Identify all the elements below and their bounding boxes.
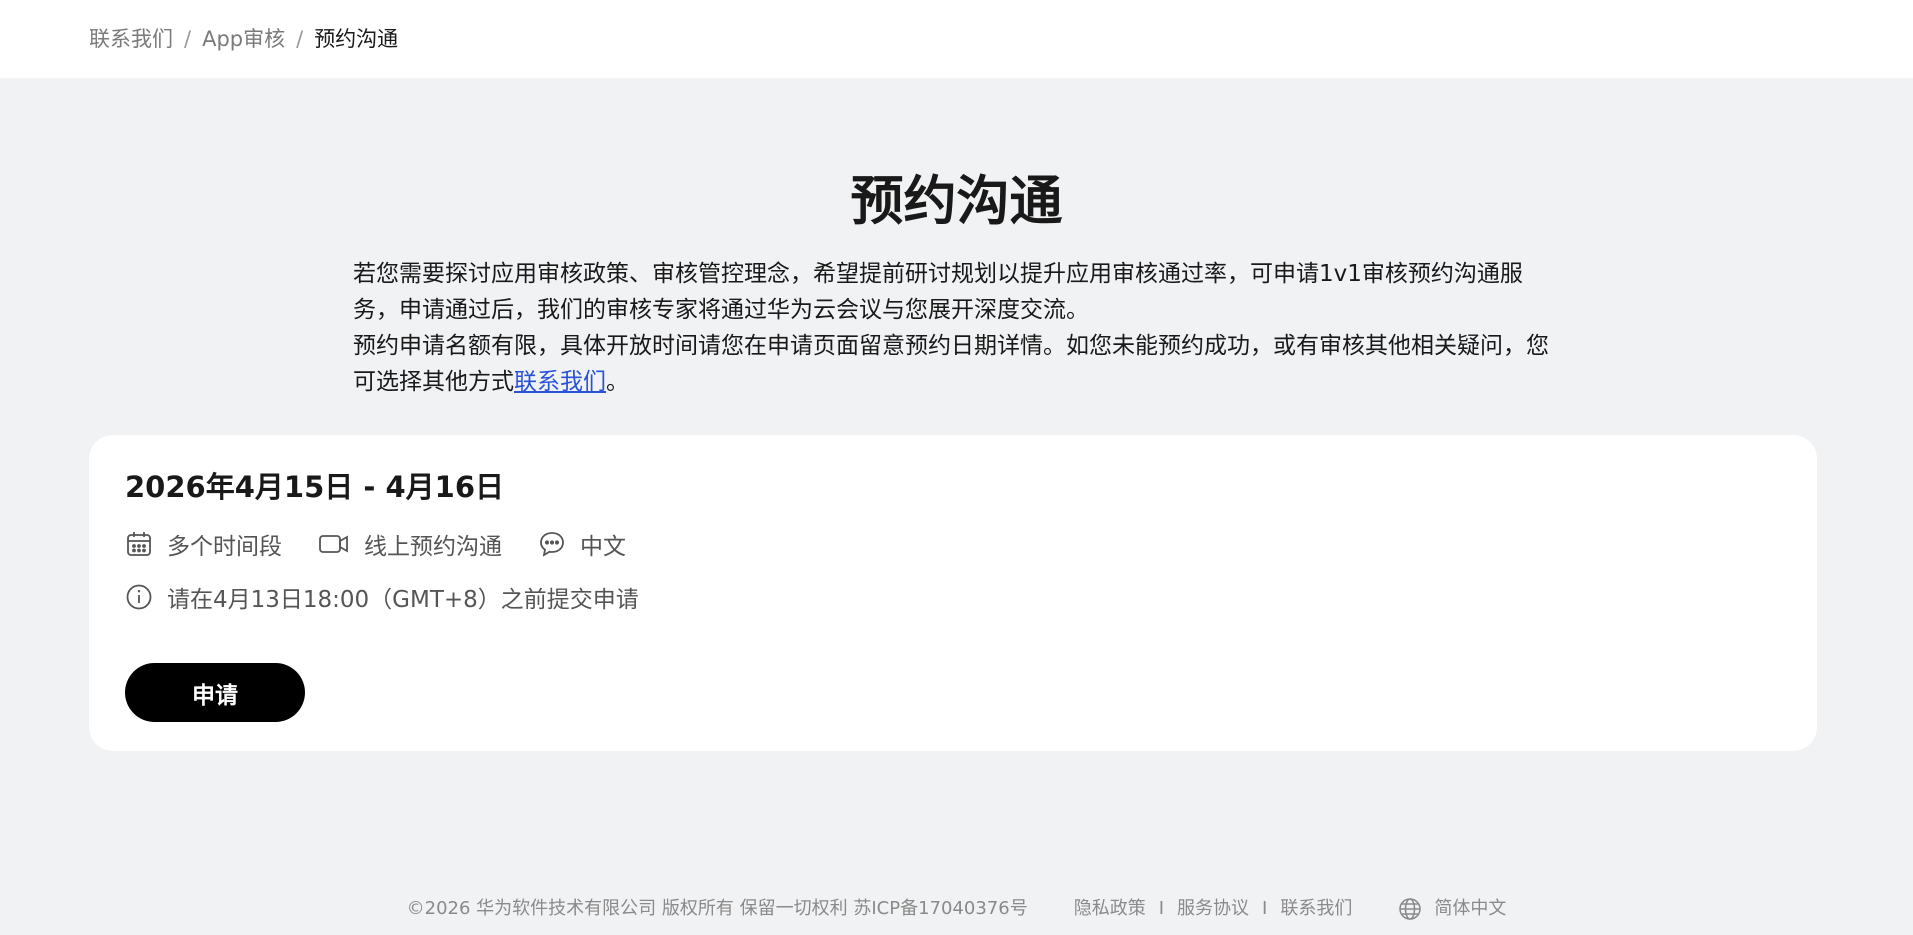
contact-us-link[interactable]: 联系我们: [514, 369, 606, 395]
language-label: 简体中文: [1434, 898, 1507, 919]
footer-separator: I: [1158, 898, 1165, 919]
footer-separator: I: [1262, 898, 1268, 919]
meta-time-slots: 多个时间段: [125, 527, 282, 561]
application-deadline: 请在4月13日18:00（GMT+8）之前提交申请: [125, 581, 639, 613]
breadcrumb-app-review[interactable]: App审核: [202, 25, 285, 53]
meta-language-label: 中文: [580, 534, 626, 560]
globe-icon: [1399, 898, 1422, 920]
footer: ©2026 华为软件技术有限公司 版权所有 保留一切权利 苏ICP备170403…: [0, 897, 1913, 921]
intro-paragraph-2-end: 。: [606, 369, 629, 395]
video-camera-icon: [319, 535, 348, 553]
apply-button[interactable]: 申请: [125, 663, 305, 722]
calendar-icon: [127, 532, 151, 556]
language-switcher[interactable]: 简体中文: [1398, 897, 1506, 921]
intro-paragraph-2: 预约申请名额有限，具体开放时间请您在申请页面留意预约日期详情。如您未能预约成功，…: [353, 328, 1563, 400]
breadcrumb-current: 预约沟通: [314, 27, 399, 51]
meta-online: 线上预约沟通: [318, 527, 502, 561]
appointment-date-range: 2026年4月15日 - 4月16日: [125, 470, 505, 504]
footer-link-privacy[interactable]: 隐私政策: [1074, 897, 1146, 921]
application-deadline-text: 请在4月13日18:00（GMT+8）之前提交申请: [167, 587, 639, 613]
meta-time-slots-label: 多个时间段: [167, 534, 282, 560]
intro-text: 若您需要探讨应用审核政策、审核管控理念，希望提前研讨规划以提升应用审核通过率，可…: [353, 256, 1563, 400]
footer-copyright: ©2026 华为软件技术有限公司 版权所有 保留一切权利 苏ICP备170403…: [406, 898, 1028, 919]
appointment-meta: 多个时间段 线上预约沟通 中文: [125, 528, 662, 560]
footer-link-service-agreement[interactable]: 服务协议: [1177, 897, 1249, 921]
intro-paragraph-1: 若您需要探讨应用审核政策、审核管控理念，希望提前研讨规划以提升应用审核通过率，可…: [353, 261, 1523, 323]
breadcrumb-contact-us[interactable]: 联系我们: [89, 25, 173, 53]
page-title: 预约沟通: [850, 171, 1063, 232]
breadcrumb: 联系我们 / App审核 / 预约沟通: [89, 25, 398, 53]
top-bar: 联系我们 / App审核 / 预约沟通: [0, 0, 1913, 78]
meta-language: 中文: [538, 527, 626, 561]
breadcrumb-separator: /: [296, 27, 304, 51]
footer-link-contact-us[interactable]: 联系我们: [1280, 897, 1352, 921]
meta-online-label: 线上预约沟通: [364, 534, 502, 560]
breadcrumb-separator: /: [184, 27, 192, 51]
info-icon: [126, 584, 152, 610]
appointment-card: 2026年4月15日 - 4月16日 多个时间段 线上预约沟通 中文 请在4月1…: [89, 435, 1817, 751]
chat-bubble-icon: [540, 532, 564, 557]
